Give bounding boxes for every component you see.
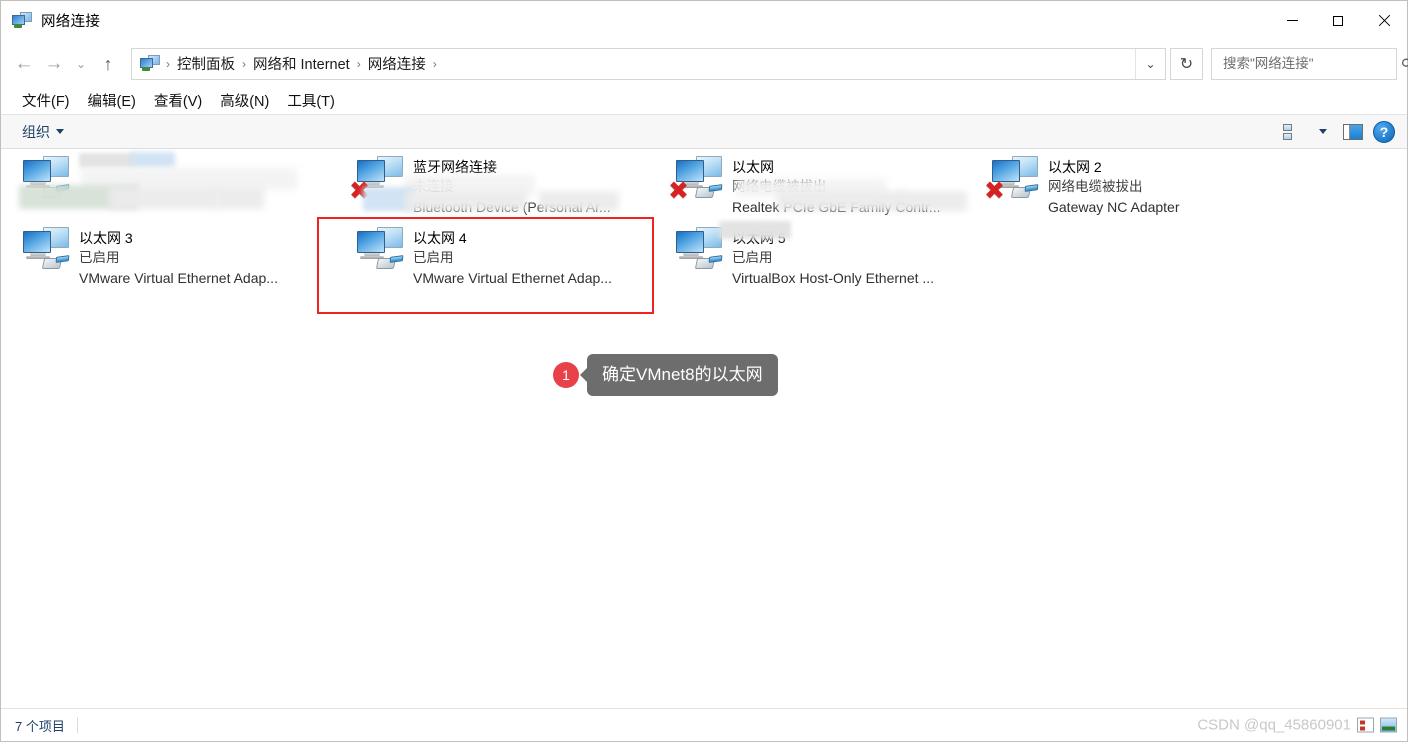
connection-name: 以太网 2 bbox=[1048, 159, 1102, 175]
menu-item-edit[interactable]: 编辑(E) bbox=[79, 88, 145, 113]
breadcrumb-item-network-connections[interactable]: 网络连接 bbox=[363, 53, 431, 74]
network-adapter-icon: ✖ bbox=[984, 155, 1040, 205]
help-button[interactable]: ? bbox=[1369, 118, 1399, 146]
connection-device: VMware Virtual Ethernet Adap... bbox=[413, 270, 612, 286]
network-adapter-icon bbox=[349, 226, 405, 276]
menu-bar: 文件(F) 编辑(E) 查看(V) 高级(N) 工具(T) bbox=[1, 87, 1407, 114]
breadcrumb-item-control-panel[interactable]: 控制面板 bbox=[172, 53, 240, 74]
breadcrumb-separator-2: › bbox=[356, 56, 361, 71]
item-count-label: 7 个项目 bbox=[15, 718, 65, 734]
back-button[interactable]: ← bbox=[9, 49, 39, 79]
connection-status: 已启用 bbox=[732, 250, 773, 265]
tiles-view-icon[interactable] bbox=[1357, 717, 1374, 733]
redaction-overlay bbox=[405, 191, 527, 211]
window-title: 网络连接 bbox=[41, 14, 101, 30]
organize-label: 组织 bbox=[22, 123, 50, 140]
list-item[interactable]: 以太网 3 已启用 VMware Virtual Ethernet Adap..… bbox=[1, 220, 319, 286]
chevron-down-icon bbox=[56, 129, 64, 134]
connection-name: 以太网 bbox=[732, 159, 774, 175]
connection-device: Gateway NC Adapter bbox=[1048, 199, 1180, 215]
connections-grid: ✖ 蓝牙网络连接 未连接 Bluetooth Device (Personal … bbox=[1, 149, 1407, 396]
preview-pane-button[interactable] bbox=[1339, 118, 1367, 146]
redaction-overlay bbox=[109, 187, 219, 209]
network-connections-icon bbox=[12, 12, 32, 29]
redaction-overlay bbox=[539, 191, 619, 211]
connection-device: VirtualBox Host-Only Ethernet ... bbox=[732, 270, 935, 286]
chevron-down-icon bbox=[1319, 129, 1327, 134]
status-bar: 7 个项目 CSDN @qq_45860901 bbox=[1, 708, 1407, 741]
close-icon bbox=[1378, 14, 1391, 27]
network-connections-window: 网络连接 ← → ⌄ ↑ › 控制面板 › 网络和 Internet › 网络连… bbox=[0, 0, 1408, 742]
menu-item-view[interactable]: 查看(V) bbox=[145, 88, 211, 113]
connections-list: ✖ 蓝牙网络连接 未连接 Bluetooth Device (Personal … bbox=[1, 149, 1407, 708]
help-icon: ? bbox=[1373, 120, 1395, 143]
breadcrumb-separator-1: › bbox=[242, 56, 246, 71]
view-options-button[interactable] bbox=[1279, 118, 1307, 146]
command-bar-right: ? bbox=[1279, 118, 1399, 146]
breadcrumb-dropdown-button[interactable]: ⌄ bbox=[1135, 48, 1165, 79]
title-bar: 网络连接 bbox=[1, 1, 1407, 40]
command-bar: 组织 ? bbox=[1, 114, 1407, 149]
minimize-icon bbox=[1286, 20, 1298, 21]
list-item[interactable]: 以太网 4 已启用 VMware Virtual Ethernet Adap..… bbox=[335, 220, 653, 286]
details-view-icon[interactable] bbox=[1380, 717, 1397, 733]
menu-item-file[interactable]: 文件(F) bbox=[13, 88, 79, 113]
watermark-text: CSDN @qq_45860901 bbox=[1197, 716, 1351, 734]
breadcrumb-separator-0: › bbox=[166, 56, 170, 71]
maximize-button[interactable] bbox=[1315, 1, 1361, 40]
view-dropdown-button[interactable] bbox=[1309, 118, 1337, 146]
forward-button[interactable]: → bbox=[39, 49, 69, 79]
title-bar-left: 网络连接 bbox=[1, 10, 100, 31]
breadcrumb-network-icon bbox=[140, 55, 160, 72]
network-adapter-icon: ✖ bbox=[668, 155, 724, 205]
status-view-buttons bbox=[1357, 717, 1397, 733]
connection-status: 已启用 bbox=[413, 250, 454, 265]
preview-pane-icon bbox=[1343, 123, 1363, 140]
redaction-overlay bbox=[131, 152, 175, 168]
network-adapter-icon bbox=[15, 226, 71, 276]
redaction-overlay bbox=[719, 221, 791, 239]
list-item-text: 以太网 2 网络电缆被拔出 Gateway NC Adapter bbox=[1048, 155, 1282, 217]
status-divider bbox=[76, 717, 78, 733]
breadcrumb-item-network-internet[interactable]: 网络和 Internet bbox=[248, 53, 355, 74]
redaction-overlay bbox=[216, 187, 264, 209]
list-item[interactable]: 以太网 5 已启用 VirtualBox Host-Only Ethernet … bbox=[654, 220, 972, 286]
recent-locations-button[interactable]: ⌄ bbox=[69, 49, 93, 79]
list-item-text: 以太网 4 已启用 VMware Virtual Ethernet Adap..… bbox=[413, 226, 647, 288]
view-options-icon bbox=[1283, 123, 1303, 141]
redaction-overlay bbox=[777, 191, 905, 211]
organize-button[interactable]: 组织 bbox=[15, 119, 71, 145]
maximize-icon bbox=[1333, 15, 1343, 26]
list-item-text: 以太网 3 已启用 VMware Virtual Ethernet Adap..… bbox=[79, 226, 313, 288]
connection-device: VMware Virtual Ethernet Adap... bbox=[79, 270, 278, 286]
menu-item-advanced[interactable]: 高级(N) bbox=[211, 88, 278, 113]
search-input[interactable] bbox=[1221, 55, 1402, 72]
close-button[interactable] bbox=[1361, 1, 1407, 40]
redaction-overlay bbox=[79, 153, 135, 168]
annotation-text: 确定VMnet8的以太网 bbox=[587, 354, 778, 396]
network-adapter-icon bbox=[668, 226, 724, 276]
connection-status: 已启用 bbox=[79, 250, 120, 265]
search-box[interactable]: ⚲ bbox=[1211, 47, 1408, 80]
breadcrumb-separator-3: › bbox=[432, 56, 437, 71]
up-button[interactable]: ↑ bbox=[93, 49, 123, 79]
address-bar-row: ← → ⌄ ↑ › 控制面板 › 网络和 Internet › 网络连接 › ⌄… bbox=[1, 40, 1408, 87]
menu-item-tools[interactable]: 工具(T) bbox=[278, 88, 344, 113]
disconnected-icon: ✖ bbox=[668, 177, 689, 205]
breadcrumb[interactable]: › 控制面板 › 网络和 Internet › 网络连接 › ⌄ bbox=[131, 47, 1166, 80]
redaction-overlay bbox=[899, 191, 967, 211]
refresh-button[interactable]: ↻ bbox=[1170, 47, 1203, 80]
disconnected-icon: ✖ bbox=[984, 177, 1005, 205]
annotation-badge: 1 bbox=[553, 362, 579, 388]
connection-name: 蓝牙网络连接 bbox=[413, 159, 497, 175]
connection-name: 以太网 4 bbox=[413, 230, 467, 246]
list-item[interactable]: ✖ 以太网 2 网络电缆被拔出 Gateway NC Adapter bbox=[970, 149, 1288, 215]
minimize-button[interactable] bbox=[1269, 1, 1315, 40]
window-controls bbox=[1269, 1, 1407, 40]
connection-name: 以太网 3 bbox=[79, 230, 133, 246]
annotation-callout: 1 确定VMnet8的以太网 bbox=[553, 354, 778, 396]
connection-status: 网络电缆被拔出 bbox=[1048, 179, 1143, 194]
